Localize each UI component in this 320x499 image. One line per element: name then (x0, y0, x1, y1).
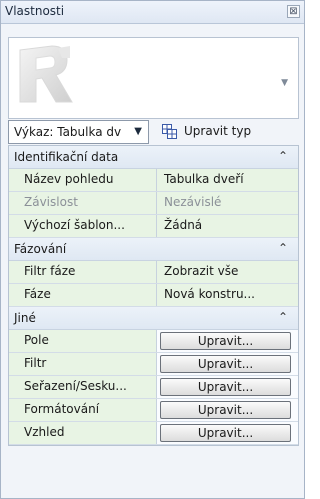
properties-palette: Vlastnosti ⊠ ▼ Výkaz: Tabulka dv ▼ Uprav… (0, 0, 305, 499)
property-value[interactable]: Nová konstru... (157, 284, 298, 306)
edit-type-button[interactable]: Upravit typ (158, 120, 299, 144)
property-row: Pole Upravit... (9, 330, 298, 353)
group-label: Identifikační data (14, 150, 119, 164)
palette-title: Vlastnosti (5, 4, 65, 18)
edit-formatting-button[interactable]: Upravit... (160, 401, 291, 419)
collapse-icon[interactable]: ⌃ (278, 310, 288, 324)
group-label: Jiné (14, 311, 36, 325)
edit-fields-button[interactable]: Upravit... (160, 332, 291, 350)
property-name: Závislost (9, 192, 157, 214)
edit-filter-button[interactable]: Upravit... (160, 355, 291, 373)
group-identity-data[interactable]: Identifikační data ⌃ (9, 146, 298, 169)
property-value[interactable]: Tabulka dveří (157, 169, 298, 191)
property-name: Filtr (9, 353, 157, 375)
group-other[interactable]: Jiné ⌃ (9, 307, 298, 330)
property-row: Seřazení/Sesku... Upravit... (9, 376, 298, 399)
property-row[interactable]: Filtr fáze Zobrazit vše (9, 261, 298, 284)
type-preview[interactable]: ▼ (8, 37, 299, 119)
property-row: Filtr Upravit... (9, 353, 298, 376)
chevron-down-icon[interactable]: ▼ (281, 78, 288, 88)
property-name: Filtr fáze (9, 261, 157, 283)
edit-appearance-button[interactable]: Upravit... (160, 424, 291, 442)
title-bar[interactable]: Vlastnosti ⊠ (1, 1, 304, 24)
property-name: Název pohledu (9, 169, 157, 191)
type-selector-value: Výkaz: Tabulka dv (14, 125, 122, 139)
property-row[interactable]: Výchozí šablon... Žádná (9, 215, 298, 238)
property-value[interactable]: Zobrazit vše (157, 261, 298, 283)
chevron-down-icon: ▼ (134, 126, 142, 137)
collapse-icon[interactable]: ⌃ (278, 241, 288, 255)
property-name: Vzhled (9, 422, 157, 444)
collapse-icon[interactable]: ⌃ (278, 149, 288, 163)
property-row: Závislost Nezávislé (9, 192, 298, 215)
property-name: Pole (9, 330, 157, 352)
close-icon[interactable]: ⊠ (287, 5, 300, 18)
revit-logo-icon (19, 45, 73, 103)
property-value[interactable]: Žádná (157, 215, 298, 237)
property-row[interactable]: Název pohledu Tabulka dveří (9, 169, 298, 192)
property-name: Formátování (9, 399, 157, 421)
properties-grid: Identifikační data ⌃ Název pohledu Tabul… (8, 145, 299, 446)
group-phasing[interactable]: Fázování ⌃ (9, 238, 298, 261)
property-row[interactable]: Fáze Nová konstru... (9, 284, 298, 307)
property-value: Nezávislé (157, 192, 298, 214)
group-label: Fázování (14, 242, 67, 256)
property-name: Výchozí šablon... (9, 215, 157, 237)
property-row: Vzhled Upravit... (9, 422, 298, 445)
property-name: Seřazení/Sesku... (9, 376, 157, 398)
property-name: Fáze (9, 284, 157, 306)
edit-type-label: Upravit typ (184, 124, 252, 138)
edit-type-icon (162, 124, 177, 139)
edit-sorting-button[interactable]: Upravit... (160, 378, 291, 396)
property-row: Formátování Upravit... (9, 399, 298, 422)
type-selector[interactable]: Výkaz: Tabulka dv ▼ (8, 120, 149, 144)
